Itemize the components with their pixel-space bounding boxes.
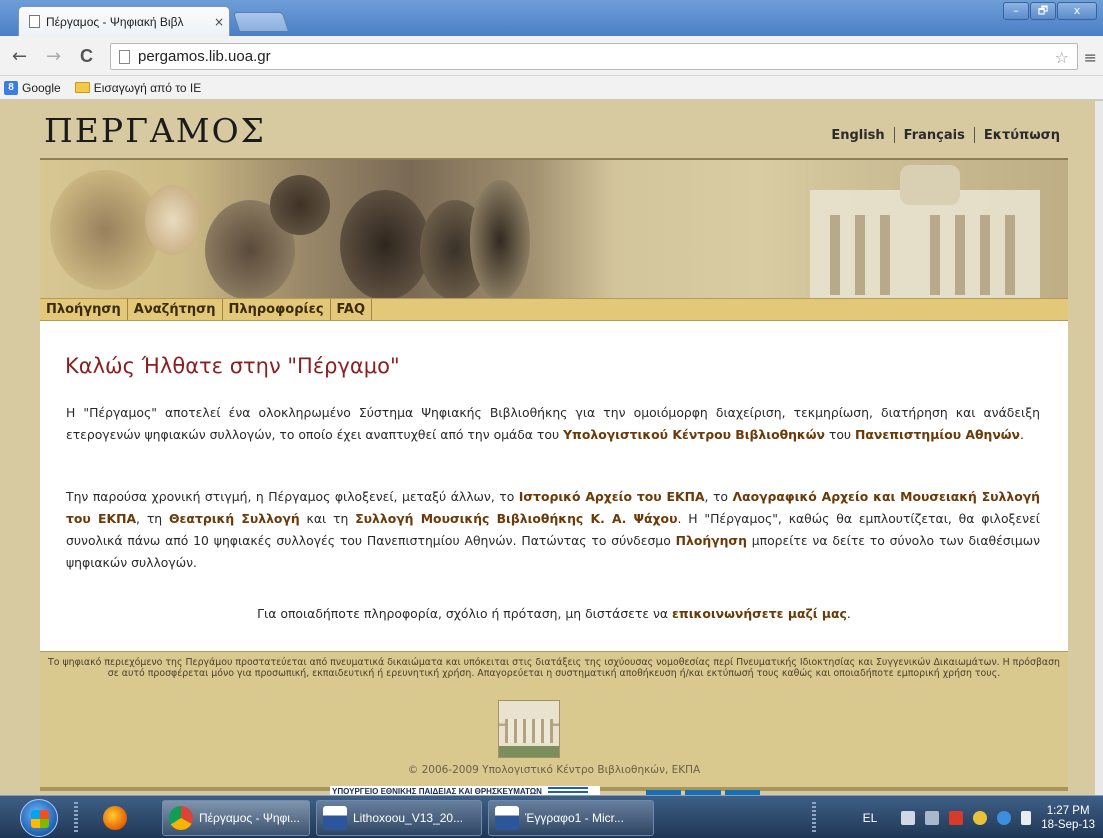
divider bbox=[973, 127, 975, 143]
lang-english-link[interactable]: English bbox=[831, 128, 884, 143]
firefox-pinned[interactable] bbox=[96, 800, 156, 836]
intro-paragraph: Η "Πέργαμος" αποτελεί ένα ολοκληρωμένο Σ… bbox=[66, 405, 1040, 442]
header-banner-image bbox=[40, 158, 1068, 298]
close-tab-icon[interactable]: × bbox=[214, 15, 224, 29]
main-content: Καλώς Ήλθατε στην "Πέργαμο" Η "Πέργαμος"… bbox=[40, 321, 1068, 651]
chrome-icon bbox=[169, 806, 193, 830]
new-tab-button[interactable] bbox=[232, 12, 290, 32]
google-icon: 8 bbox=[4, 80, 18, 95]
link-contact[interactable]: επικοινωνήσετε μαζί μας bbox=[672, 606, 847, 621]
taskbar-item-word-2[interactable]: Έγγραφο1 - Micr... bbox=[488, 800, 654, 836]
nav-info[interactable]: Πληροφορίες bbox=[223, 299, 331, 320]
taskbar-item-label: Έγγραφο1 - Micr... bbox=[525, 811, 624, 825]
taskbar-item-word-1[interactable]: Lithoxoou_V13_20... bbox=[316, 800, 482, 836]
link-computing-center[interactable]: Υπολογιστικού Κέντρου Βιβλιοθηκών bbox=[563, 427, 825, 442]
site-logo[interactable]: ΠΕΡΓΑΜΟΣ bbox=[44, 111, 266, 150]
copyright-line: © 2006-2009 Υπολογιστικό Κέντρο Βιβλιοθη… bbox=[407, 764, 701, 776]
lang-french-link[interactable]: Français bbox=[904, 128, 965, 143]
clock-time: 1:27 PM bbox=[1046, 805, 1090, 817]
university-building-image bbox=[498, 700, 560, 758]
folder-icon bbox=[74, 82, 90, 93]
windows-logo-icon bbox=[31, 810, 49, 828]
word-icon bbox=[323, 806, 347, 830]
nav-browse[interactable]: Πλοήγηση bbox=[40, 299, 128, 320]
language-indicator[interactable]: EL bbox=[863, 811, 878, 825]
link-historical-archive[interactable]: Ιστορικό Αρχείο του ΕΚΠΑ bbox=[519, 489, 705, 504]
footer: Το ψηφιακό περιεχόμενο της Περγάμου προσ… bbox=[40, 651, 1068, 787]
print-link[interactable]: Εκτύπωση bbox=[984, 128, 1060, 143]
clock[interactable]: 1:27 PM 18-Sep-13 bbox=[1041, 804, 1095, 832]
browser-toolbar: ← → C pergamos.lib.uoa.gr ☆ ≡ bbox=[0, 36, 1103, 76]
taskbar-grip bbox=[812, 802, 816, 832]
bookmark-folder-ie[interactable]: Εισαγωγή από το IE bbox=[74, 80, 202, 95]
page-title: Καλώς Ήλθατε στην "Πέργαμο" bbox=[65, 354, 400, 378]
taskbar-grip bbox=[74, 802, 78, 832]
link-music-library[interactable]: Συλλογή Μουσικής Βιβλιοθήκης Κ. Α. Ψάχου bbox=[355, 511, 677, 526]
url-text[interactable]: pergamos.lib.uoa.gr bbox=[138, 48, 271, 65]
main-nav: Πλοήγηση Αναζήτηση Πληροφορίες FAQ bbox=[40, 298, 1068, 321]
firefox-icon bbox=[103, 806, 127, 830]
minimize-button[interactable]: – bbox=[1003, 2, 1029, 20]
system-tray: EL 1:27 PM 18-Sep-13 bbox=[863, 798, 1103, 838]
windows-taskbar: Πέργαμος - Ψηφι... Lithoxoou_V13_20... Έ… bbox=[0, 795, 1103, 838]
link-university[interactable]: Πανεπιστημίου Αθηνών bbox=[855, 427, 1020, 442]
nav-search[interactable]: Αναζήτηση bbox=[128, 299, 223, 320]
maximize-button[interactable]: 🗗 bbox=[1030, 2, 1056, 20]
menu-icon[interactable]: ≡ bbox=[1084, 48, 1097, 67]
word-icon bbox=[495, 806, 519, 830]
contact-paragraph: Για οποιαδήποτε πληροφορία, σχόλιο ή πρό… bbox=[257, 606, 851, 621]
acrobat-icon[interactable] bbox=[949, 811, 964, 825]
flag-icon[interactable] bbox=[1021, 811, 1032, 825]
reload-icon[interactable]: C bbox=[80, 46, 93, 67]
taskbar-item-chrome[interactable]: Πέργαμος - Ψηφι... bbox=[162, 800, 310, 836]
browser-tab-active[interactable]: Πέργαμος - Ψηφιακή Βιβλ × bbox=[18, 6, 230, 36]
start-button[interactable] bbox=[20, 799, 58, 837]
link-browse[interactable]: Πλοήγηση bbox=[676, 533, 747, 548]
link-theatre-collection[interactable]: Θεατρική Συλλογή bbox=[169, 511, 300, 526]
volume-icon[interactable] bbox=[901, 811, 916, 825]
bookmarks-bar: 8 Google Εισαγωγή από το IE bbox=[0, 76, 1103, 100]
bookmark-google[interactable]: 8 Google bbox=[4, 80, 61, 95]
tab-title: Πέργαμος - Ψηφιακή Βιβλ bbox=[46, 14, 184, 29]
taskbar-item-label: Lithoxoou_V13_20... bbox=[353, 811, 464, 825]
collections-paragraph: Την παρούσα χρονική στιγμή, η Πέργαμος φ… bbox=[66, 489, 1041, 570]
page: ΠΕΡΓΑΜΟΣ English Français Εκτύπωση Πλοήγ… bbox=[40, 101, 1068, 795]
address-bar[interactable]: pergamos.lib.uoa.gr bbox=[110, 43, 1078, 70]
clock-date: 18-Sep-13 bbox=[1041, 819, 1095, 831]
window-controls: – 🗗 x bbox=[1003, 2, 1097, 20]
close-window-button[interactable]: x bbox=[1057, 2, 1097, 20]
bookmark-star-icon[interactable]: ☆ bbox=[1055, 48, 1069, 67]
tray-app-icon[interactable] bbox=[973, 811, 988, 825]
copyright-notice: Το ψηφιακό περιεχόμενο της Περγάμου προσ… bbox=[48, 657, 1060, 679]
page-icon bbox=[119, 49, 130, 64]
sync-icon[interactable] bbox=[997, 811, 1012, 825]
divider bbox=[893, 127, 895, 143]
scrollbar[interactable] bbox=[1095, 101, 1103, 795]
page-icon bbox=[29, 15, 40, 28]
back-arrow-icon[interactable]: ← bbox=[12, 46, 27, 67]
taskbar-item-label: Πέργαμος - Ψηφι... bbox=[199, 811, 300, 825]
bookmark-label: Εισαγωγή από το IE bbox=[93, 80, 202, 95]
bookmark-label: Google bbox=[22, 80, 61, 95]
language-links: English Français Εκτύπωση bbox=[831, 127, 1060, 143]
browser-titlebar: Πέργαμος - Ψηφιακή Βιβλ × – 🗗 x bbox=[0, 0, 1103, 36]
network-icon[interactable] bbox=[925, 811, 940, 825]
nav-faq[interactable]: FAQ bbox=[331, 299, 373, 320]
forward-arrow-icon[interactable]: → bbox=[46, 46, 61, 67]
